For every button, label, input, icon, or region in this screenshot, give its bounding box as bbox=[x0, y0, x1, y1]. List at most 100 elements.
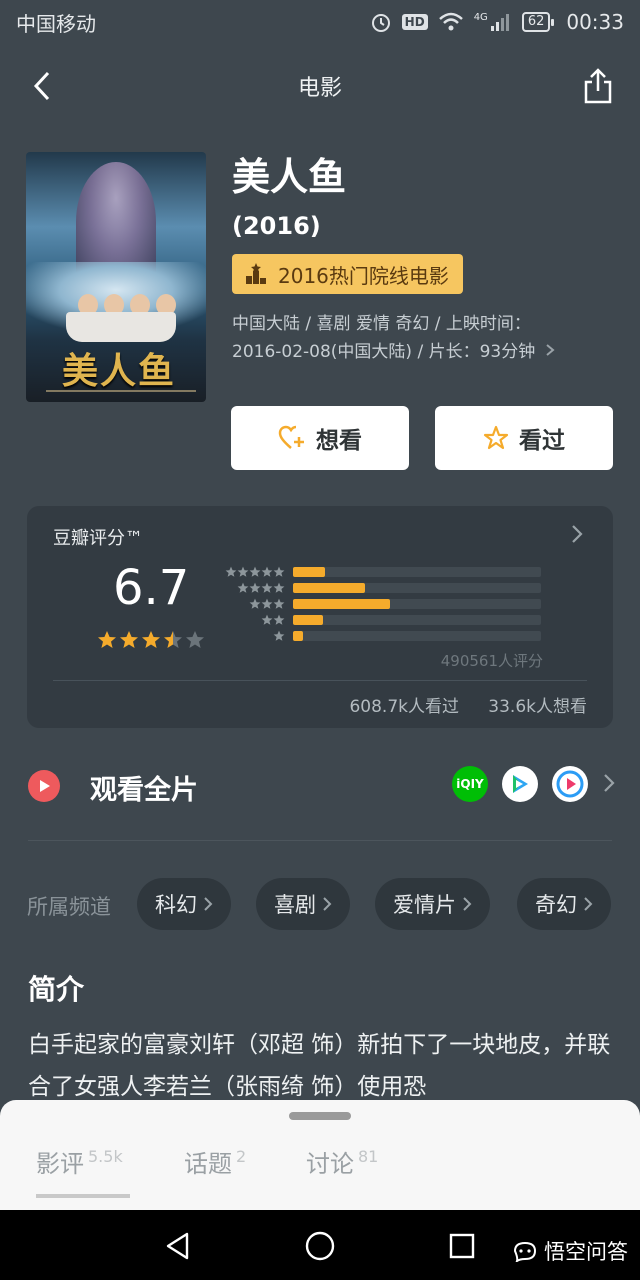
watermark-text: 悟空问答 bbox=[544, 1240, 628, 1264]
platform-list: iQIY bbox=[452, 766, 588, 802]
want-to-watch-button[interactable]: 想看 bbox=[231, 406, 409, 470]
tab-indicator bbox=[36, 1194, 130, 1198]
heart-plus-icon bbox=[278, 425, 304, 449]
bar-star-label bbox=[223, 630, 285, 642]
intro-title: 简介 bbox=[28, 973, 85, 1006]
network-type: 4G bbox=[473, 11, 488, 23]
rating-bar-row bbox=[223, 580, 543, 596]
small-star-icon bbox=[261, 598, 273, 609]
circle-home-icon bbox=[305, 1231, 335, 1261]
seen-label: 看过 bbox=[519, 428, 565, 454]
page-title: 电影 bbox=[297, 76, 342, 101]
channel-label: 所属频道 bbox=[27, 895, 111, 919]
channel-chip-label: 爱情片 bbox=[393, 893, 456, 917]
bar-star-label bbox=[223, 598, 285, 610]
trophy-icon bbox=[246, 263, 266, 284]
tab-label: 影评 bbox=[36, 1150, 84, 1178]
back-button[interactable] bbox=[22, 66, 62, 106]
hd-badge: HD bbox=[401, 14, 428, 30]
award-badge[interactable]: 2016热门院线电影 bbox=[232, 254, 463, 294]
alarm-icon bbox=[371, 14, 390, 32]
channel-chip[interactable]: 奇幻 bbox=[517, 878, 611, 930]
small-star-icon bbox=[261, 582, 273, 593]
signal-icon bbox=[490, 14, 509, 31]
small-star-icon bbox=[273, 614, 285, 625]
movie-info: 美人鱼 (2016) 2016热门院线电影 中国大陆 / 喜剧 爱情 奇幻 / … bbox=[232, 152, 622, 366]
award-text: 2016热门院线电影 bbox=[278, 263, 449, 288]
movie-meta[interactable]: 中国大陆 / 喜剧 爱情 奇幻 / 上映时间： 2016-02-08(中国大陆)… bbox=[232, 310, 622, 366]
watched-button[interactable]: 看过 bbox=[435, 406, 613, 470]
rating-star-icon bbox=[98, 631, 116, 648]
share-button[interactable] bbox=[578, 64, 618, 108]
chevron-right-icon bbox=[584, 897, 593, 911]
bar-star-label bbox=[223, 566, 285, 578]
tab-label: 讨论 bbox=[306, 1150, 354, 1178]
tab-count: 2 bbox=[236, 1147, 247, 1166]
platform-tencent-video-icon[interactable] bbox=[502, 766, 538, 802]
bar-star-label bbox=[223, 582, 285, 594]
status-bar: 中国移动 HD 4G 62 00:33 bbox=[0, 0, 640, 44]
channel-chip[interactable]: 科幻 bbox=[137, 878, 231, 930]
rating-bar-track bbox=[293, 567, 541, 577]
nav-bar: 电影 bbox=[0, 54, 640, 118]
platform-iqiyi-icon[interactable]: iQIY bbox=[452, 766, 488, 802]
channel-row: 所属频道 科幻 喜剧 爱情片 奇幻 bbox=[0, 878, 640, 930]
platform-youku-icon[interactable] bbox=[552, 766, 588, 802]
small-star-icon bbox=[237, 582, 249, 593]
triangle-back-icon bbox=[166, 1232, 189, 1260]
clock: 00:33 bbox=[566, 10, 624, 34]
rating-bar-row bbox=[223, 596, 543, 612]
small-star-icon bbox=[249, 582, 261, 593]
rating-bar-fill bbox=[293, 615, 323, 625]
chevron-right-icon bbox=[546, 344, 555, 356]
drag-handle[interactable] bbox=[289, 1112, 351, 1120]
small-star-icon bbox=[237, 566, 249, 577]
rating-bar-track bbox=[293, 631, 541, 641]
system-home-button[interactable] bbox=[302, 1228, 338, 1264]
battery-indicator: 62 bbox=[521, 12, 554, 32]
rating-bar-fill bbox=[293, 567, 326, 577]
meta-genres: 中国大陆 / 喜剧 爱情 奇幻 / 上映时间： bbox=[232, 314, 531, 334]
rating-bar-track bbox=[293, 583, 541, 593]
channel-chip-label: 喜剧 bbox=[274, 893, 316, 917]
rating-star-icon bbox=[186, 631, 204, 648]
rating-bar-fill bbox=[293, 599, 390, 609]
bar-star-label bbox=[223, 614, 285, 626]
rating-score: 6.7 bbox=[113, 560, 190, 616]
chevron-left-icon bbox=[33, 71, 50, 101]
channel-chip-label: 科幻 bbox=[155, 893, 197, 917]
carrier-name: 中国移动 bbox=[16, 11, 96, 36]
review-sheet[interactable]: 影评 5.5k 话题 2 讨论 81 bbox=[0, 1100, 640, 1210]
small-star-icon bbox=[249, 598, 261, 609]
rating-bar-fill bbox=[293, 631, 303, 641]
system-recents-button[interactable] bbox=[444, 1228, 480, 1264]
channel-chip[interactable]: 喜剧 bbox=[256, 878, 350, 930]
rating-bar-track bbox=[293, 599, 541, 609]
chevron-right-icon bbox=[572, 525, 583, 543]
small-star-icon bbox=[273, 598, 285, 609]
small-star-icon bbox=[249, 566, 261, 577]
tab-2[interactable]: 讨论 81 bbox=[306, 1144, 378, 1179]
rating-stars bbox=[97, 630, 205, 650]
chevron-right-icon bbox=[604, 774, 615, 792]
want-count: 33.6k人想看 bbox=[488, 697, 587, 717]
channel-chip[interactable]: 爱情片 bbox=[375, 878, 490, 930]
rating-bar-fill bbox=[293, 583, 365, 593]
tab-1[interactable]: 话题 2 bbox=[184, 1144, 246, 1179]
rating-star-icon bbox=[120, 631, 138, 648]
movie-poster[interactable]: 美人鱼 bbox=[26, 152, 206, 402]
system-back-button[interactable] bbox=[160, 1228, 196, 1264]
small-star-icon bbox=[225, 566, 237, 577]
system-nav-bar: 悟空问答 bbox=[0, 1210, 640, 1280]
chevron-right-icon bbox=[323, 897, 332, 911]
tab-0[interactable]: 影评 5.5k bbox=[36, 1144, 123, 1179]
rating-star-icon bbox=[164, 631, 182, 648]
rating-count: 490561人评分 bbox=[440, 652, 543, 670]
chevron-right-icon bbox=[463, 897, 472, 911]
watch-full-movie-row[interactable]: 观看全片 iQIY bbox=[0, 752, 640, 822]
wifi-icon bbox=[438, 12, 463, 31]
rating-card[interactable]: 豆瓣评分™ 6.7 490561人评分 608.7k人看过 33.6k人想看 bbox=[27, 506, 613, 728]
tab-count: 81 bbox=[358, 1147, 379, 1166]
wukong-logo-icon bbox=[513, 1241, 537, 1262]
want-label: 想看 bbox=[316, 428, 362, 454]
